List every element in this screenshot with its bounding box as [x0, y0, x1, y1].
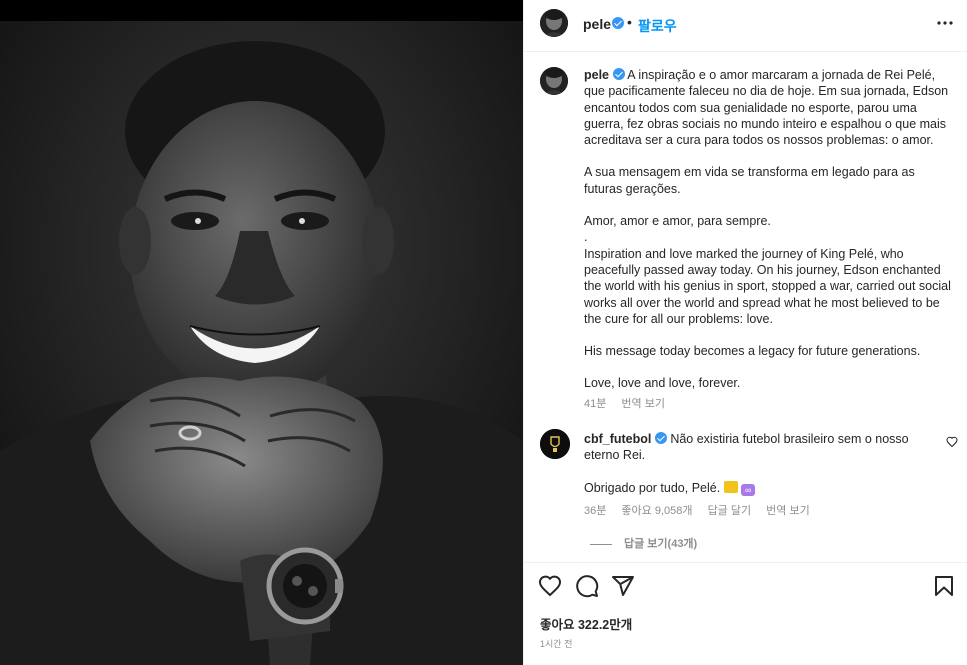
comment-text: cbf_futebol Não existiria futebol brasil… [584, 431, 934, 496]
infinity-emoji-icon: ∞ [741, 483, 756, 496]
photo-top-bar [0, 0, 523, 21]
comment-likes[interactable]: 좋아요 9,058개 [621, 505, 692, 517]
caption-translate-button[interactable]: 번역 보기 [621, 398, 665, 410]
caption-meta: 41분 번역 보기 [584, 395, 677, 411]
comment-like-icon[interactable] [946, 436, 958, 448]
comment-icon[interactable] [575, 574, 599, 598]
caption-line-6: His message today becomes a legacy for f… [584, 344, 921, 359]
post-actions: 좋아요 322.2만개 1시간 전 [524, 562, 967, 665]
caption-line-3: Amor, amor e amor, para sempre. [584, 214, 771, 229]
likes-count[interactable]: 좋아요 322.2만개 [540, 614, 632, 633]
comment-meta: 36분 좋아요 9,058개 답글 달기 번역 보기 [584, 502, 822, 518]
post-side-panel: pele • 팔로우 pele A inspiração e o amor ma… [523, 0, 967, 665]
share-icon[interactable] [611, 574, 635, 598]
view-replies-label: 답글 보기(43개) [624, 538, 698, 550]
reply-button[interactable]: 답글 달기 [708, 505, 752, 517]
replies-divider [590, 543, 612, 545]
caption-line-2: A sua mensagem em vida se transforma em … [584, 165, 919, 196]
caption-time: 41분 [584, 398, 607, 410]
caption-line-7: Love, love and love, forever. [584, 376, 741, 391]
header-separator: • [627, 14, 632, 30]
caption-username[interactable]: pele [584, 68, 609, 82]
follow-button[interactable]: 팔로우 [638, 16, 677, 36]
more-options-icon[interactable] [936, 14, 954, 32]
comment-time: 36분 [584, 505, 607, 517]
caption-text: pele A inspiração e o amor marcaram a jo… [584, 67, 954, 392]
caption-line-1: A inspiração e o amor marcaram a jornada… [584, 68, 952, 148]
author-username[interactable]: pele [583, 16, 611, 32]
commenter-username[interactable]: cbf_futebol [584, 432, 651, 446]
post-header: pele • 팔로우 [524, 0, 967, 52]
author-avatar[interactable] [540, 9, 568, 37]
caption-line-4: . [584, 230, 588, 245]
bookmark-icon[interactable] [932, 574, 956, 598]
comments-area[interactable]: pele A inspiração e o amor marcaram a jo… [524, 53, 967, 561]
caption-avatar[interactable] [540, 67, 568, 95]
post-image[interactable] [0, 21, 523, 665]
commenter-avatar[interactable] [540, 429, 570, 459]
heart-icon[interactable] [538, 574, 562, 598]
verified-badge-icon [654, 432, 667, 444]
caption-line-5: Inspiration and love marked the journey … [584, 246, 955, 326]
post-time[interactable]: 1시간 전 [540, 637, 572, 650]
crown-emoji-icon [723, 480, 738, 493]
verified-badge-icon [612, 68, 625, 80]
comment-line-2: Obrigado por tudo, Pelé. [584, 480, 721, 495]
view-replies-button[interactable]: 답글 보기(43개) [590, 535, 697, 551]
verified-badge-icon [612, 17, 624, 29]
comment-translate-button[interactable]: 번역 보기 [766, 505, 810, 517]
post-photo-pane [0, 0, 523, 665]
